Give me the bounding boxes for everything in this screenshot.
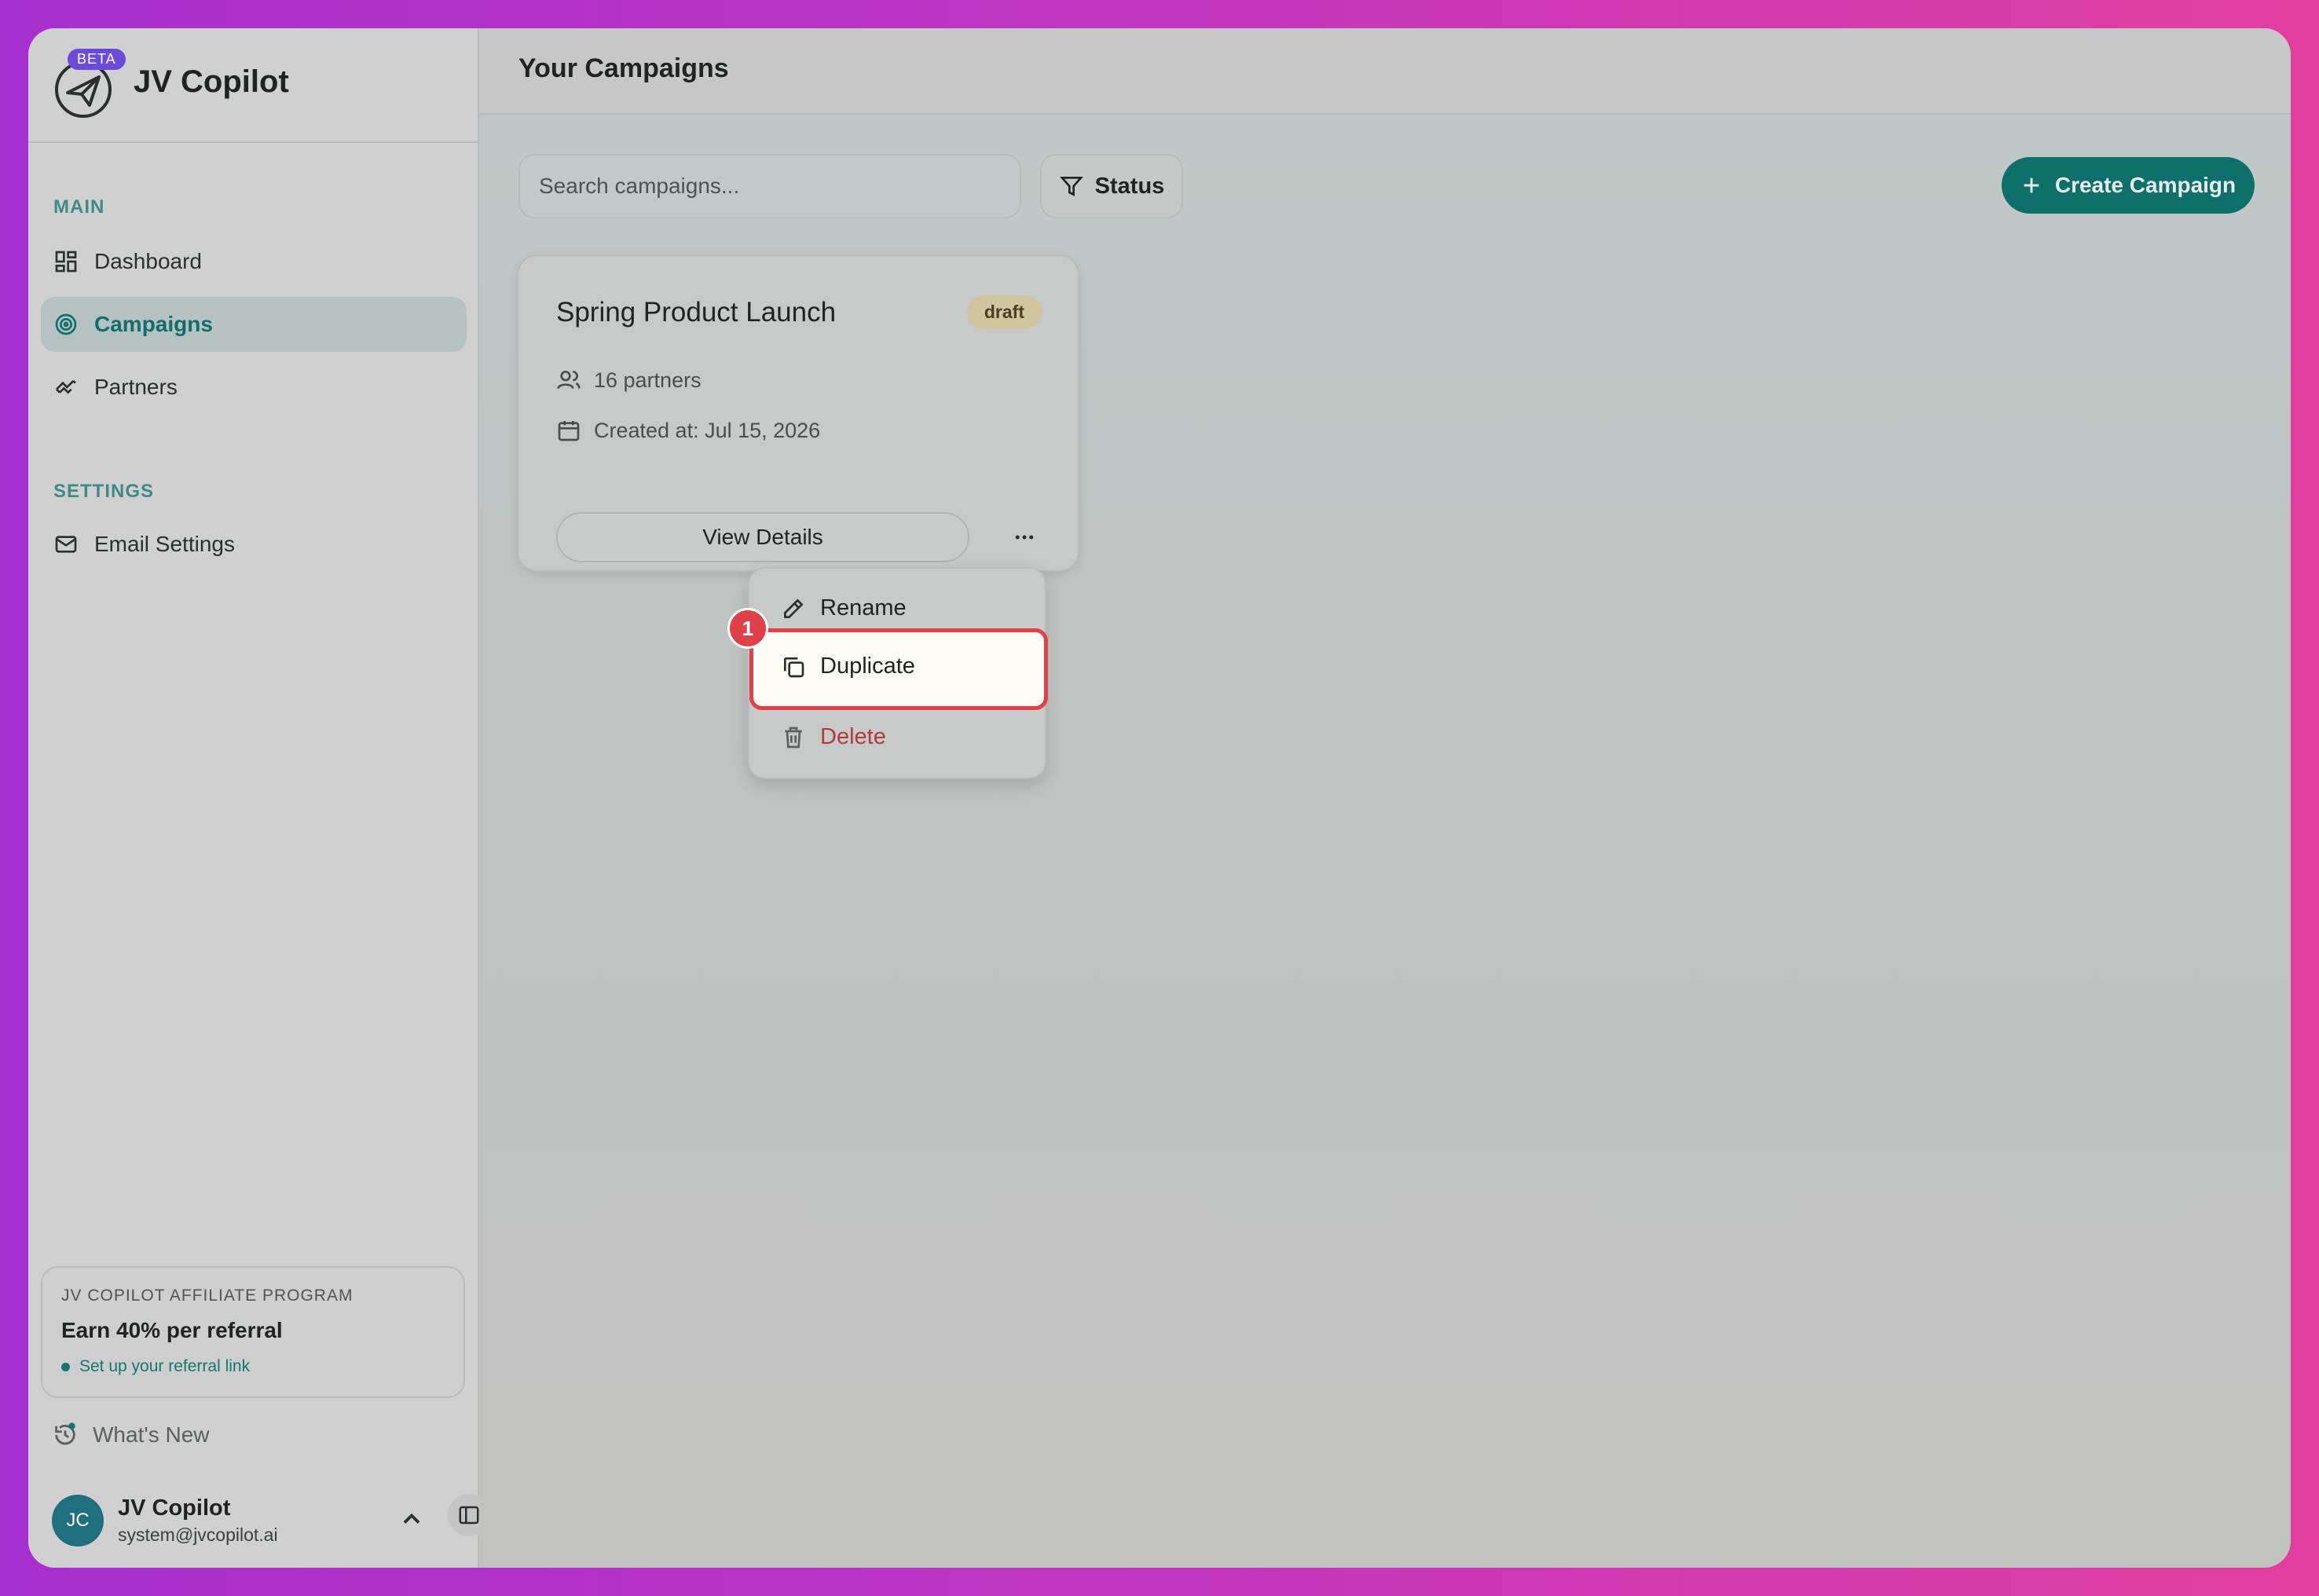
plus-icon (2024, 178, 2039, 193)
menu-item-label: Duplicate (820, 653, 915, 679)
users-icon (557, 371, 581, 390)
sidebar-item-dashboard[interactable]: Dashboard (41, 234, 467, 289)
trash-icon (785, 727, 802, 748)
affiliate-card[interactable]: JV COPILOT AFFILIATE PROGRAM Earn 40% pe… (41, 1266, 465, 1398)
main-content: Your Campaigns Status Create Campaign Sp… (479, 28, 2291, 1568)
section-label-main: MAIN (53, 196, 105, 218)
created-date: Created at: Jul 15, 2026 (556, 418, 820, 443)
status-badge: draft (966, 295, 1042, 329)
mail-icon (55, 536, 77, 553)
avatar: JC (52, 1495, 104, 1547)
step-badge: 1 (727, 608, 768, 649)
affiliate-tag: JV COPILOT AFFILIATE PROGRAM (61, 1287, 354, 1305)
sidebar-item-label: Partners (94, 375, 178, 399)
brand-name[interactable]: JV Copilot (134, 64, 289, 100)
affiliate-title: Earn 40% per referral (61, 1318, 283, 1342)
campaign-options-menu: Rename 1 Duplicate Delete (727, 567, 1048, 779)
page-title: Your Campaigns (518, 53, 729, 83)
referral-link[interactable]: Set up your referral link (61, 1357, 445, 1376)
handshake-icon (56, 380, 76, 394)
pencil-icon (784, 598, 804, 618)
referral-link-label: Set up your referral link (79, 1357, 251, 1375)
calendar-icon (558, 421, 580, 441)
copy-icon (784, 657, 804, 677)
more-options-button[interactable] (1002, 515, 1046, 559)
sidebar-item-label: Campaigns (94, 312, 213, 336)
sidebar: BETA JV Copilot MAIN Dashboard Campaigns… (28, 28, 490, 1568)
create-campaign-button[interactable]: Create Campaign (2002, 157, 2255, 214)
chevron-up-icon[interactable] (397, 1505, 426, 1533)
ellipsis-icon (1015, 535, 1034, 540)
target-icon (55, 313, 77, 335)
user-profile[interactable]: JC JV Copilot system@jvcopilot.ai (52, 1489, 490, 1552)
campaign-card[interactable]: Spring Product Launch draft 16 partners … (517, 254, 1079, 572)
sidebar-item-partners[interactable]: Partners (41, 360, 467, 415)
user-name: JV Copilot (118, 1495, 231, 1521)
menu-item-duplicate[interactable]: Duplicate (781, 653, 915, 679)
campaign-title: Spring Product Launch (556, 297, 837, 328)
menu-item-rename[interactable]: Rename (781, 595, 907, 621)
brand-header: BETA JV Copilot (28, 28, 478, 143)
menu-item-delete[interactable]: Delete (781, 724, 886, 750)
status-filter-label: Status (1094, 173, 1165, 199)
search-input[interactable] (518, 154, 1021, 218)
beta-badge: BETA (68, 49, 126, 70)
created-label: Created at: Jul 15, 2026 (594, 418, 821, 442)
section-label-settings: SETTINGS (53, 481, 155, 502)
sidebar-item-campaigns[interactable]: Campaigns (41, 297, 467, 352)
sidebar-panel-icon (459, 1506, 479, 1525)
filter-icon (1059, 177, 1083, 196)
whats-new-button[interactable]: What's New (52, 1422, 210, 1448)
partners-count: 16 partners (556, 368, 702, 393)
status-filter-button[interactable]: Status (1040, 154, 1183, 218)
sidebar-item-label: Dashboard (94, 249, 202, 273)
app-window: BETA JV Copilot MAIN Dashboard Campaigns… (28, 28, 2291, 1568)
create-campaign-label: Create Campaign (2054, 173, 2237, 197)
menu-item-label: Delete (820, 724, 886, 749)
view-details-button[interactable]: View Details (556, 512, 969, 562)
sidebar-item-label: Email Settings (94, 532, 235, 556)
user-info: JV Copilot system@jvcopilot.ai (118, 1495, 278, 1546)
user-email: system@jvcopilot.ai (118, 1525, 278, 1545)
whats-new-label: What's New (93, 1422, 210, 1447)
dashboard-icon (55, 251, 77, 273)
status-dot-icon (61, 1362, 70, 1371)
history-icon (55, 1422, 75, 1445)
sidebar-item-email-settings[interactable]: Email Settings (41, 517, 467, 572)
menu-item-label: Rename (820, 595, 907, 620)
partners-label: 16 partners (594, 368, 702, 392)
top-bar: Your Campaigns (479, 28, 2291, 115)
